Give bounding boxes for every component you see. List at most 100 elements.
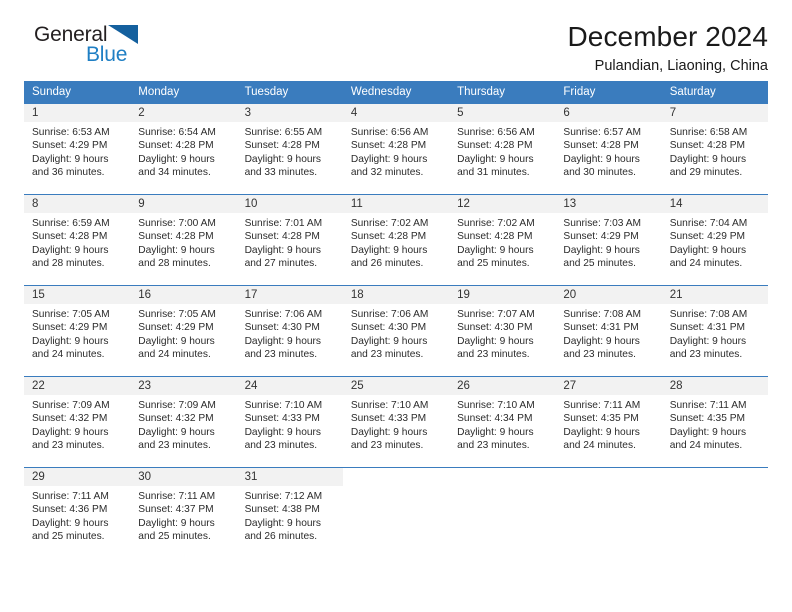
sunset-time: Sunset: 4:29 PM	[138, 322, 214, 334]
calendar-day-cell[interactable]: 30 Sunrise: 7:11 AM Sunset: 4:37 PM Dayligh…	[130, 467, 237, 559]
sunrise-time: Sunrise: 7:11 AM	[138, 491, 216, 502]
sunset-time: Sunset: 4:31 PM	[669, 322, 746, 334]
day-number: 29	[24, 468, 131, 486]
day-details: Sunrise: 6:53 AM Sunset: 4:29 PM Daylight:…	[24, 122, 130, 180]
sunset-time: Sunset: 4:29 PM	[669, 231, 746, 243]
sunset-time: Sunset: 4:28 PM	[457, 140, 533, 152]
sunset-time: Sunset: 4:37 PM	[138, 504, 214, 516]
calendar-day-cell[interactable]: 21 Sunrise: 7:08 AM Sunset: 4:31 PM Dayligh…	[661, 285, 768, 377]
calendar-day-cell[interactable]: 11 Sunrise: 7:02 AM Sunset: 4:28 PM Dayligh…	[342, 194, 450, 286]
sunrise-time: Sunrise: 6:54 AM	[138, 127, 216, 138]
day-details	[555, 486, 661, 490]
daylight-duration-line2: and 23 minutes.	[669, 349, 743, 361]
sunrise-time: Sunrise: 7:08 AM	[669, 309, 748, 320]
day-number	[449, 468, 555, 486]
sunset-time: Sunset: 4:28 PM	[244, 231, 320, 243]
page-header: General Blue December 2024 Pulandian, Li…	[24, 0, 768, 75]
sunrise-time: Sunrise: 7:02 AM	[350, 218, 429, 229]
calendar-day-cell[interactable]: 22 Sunrise: 7:09 AM Sunset: 4:32 PM Dayligh…	[24, 376, 131, 468]
calendar-day-cell[interactable]: 6 Sunrise: 6:57 AM Sunset: 4:28 PM Daylight…	[555, 103, 662, 195]
sunset-time: Sunset: 4:34 PM	[457, 413, 533, 425]
daylight-duration-line1: Daylight: 9 hours	[457, 335, 534, 347]
calendar-day-cell[interactable]: 16 Sunrise: 7:05 AM Sunset: 4:29 PM Dayligh…	[130, 285, 237, 377]
calendar-day-cell[interactable]: 10 Sunrise: 7:01 AM Sunset: 4:28 PM Dayligh…	[236, 194, 343, 286]
daylight-duration-line1: Daylight: 9 hours	[669, 244, 747, 256]
sunset-time: Sunset: 4:38 PM	[244, 504, 320, 516]
calendar-day-cell[interactable]: 20 Sunrise: 7:08 AM Sunset: 4:31 PM Dayligh…	[555, 285, 662, 377]
day-details: Sunrise: 7:11 AM Sunset: 4:37 PM Daylight:…	[130, 486, 236, 544]
calendar-day-cell[interactable]: 13 Sunrise: 7:03 AM Sunset: 4:29 PM Dayligh…	[555, 194, 662, 286]
sunrise-time: Sunrise: 7:11 AM	[563, 400, 641, 411]
day-details: Sunrise: 7:03 AM Sunset: 4:29 PM Daylight:…	[555, 213, 661, 271]
daylight-duration-line2: and 23 minutes.	[563, 349, 636, 361]
day-details: Sunrise: 7:10 AM Sunset: 4:33 PM Daylight:…	[237, 395, 343, 453]
day-number: 15	[24, 286, 131, 304]
calendar-day-cell[interactable]: 18 Sunrise: 7:06 AM Sunset: 4:30 PM Dayligh…	[342, 285, 450, 377]
sunset-time: Sunset: 4:30 PM	[244, 322, 320, 334]
calendar-day-cell[interactable]: 29 Sunrise: 7:11 AM Sunset: 4:36 PM Dayligh…	[24, 467, 131, 559]
sunset-time: Sunset: 4:31 PM	[563, 322, 639, 334]
calendar-day-cell[interactable]: 17 Sunrise: 7:06 AM Sunset: 4:30 PM Dayligh…	[236, 285, 343, 377]
day-details: Sunrise: 6:56 AM Sunset: 4:28 PM Daylight:…	[343, 122, 449, 180]
day-details: Sunrise: 7:06 AM Sunset: 4:30 PM Daylight:…	[343, 304, 449, 362]
daylight-duration-line2: and 28 minutes.	[138, 258, 211, 270]
daylight-duration-line2: and 23 minutes.	[350, 440, 424, 452]
weekday-header-row: Sunday Monday Tuesday Wednesday Thursday…	[24, 81, 768, 104]
sunrise-time: Sunrise: 7:12 AM	[244, 491, 323, 502]
day-number: 11	[342, 195, 450, 213]
calendar-day-cell-empty	[342, 467, 450, 559]
calendar-day-cell-empty	[555, 467, 662, 559]
weekday-header-wednesday: Wednesday	[342, 81, 450, 104]
calendar-day-cell[interactable]: 14 Sunrise: 7:04 AM Sunset: 4:29 PM Dayligh…	[661, 194, 768, 286]
calendar-day-cell[interactable]: 4 Sunrise: 6:56 AM Sunset: 4:28 PM Daylight…	[342, 103, 450, 195]
day-number: 8	[24, 195, 131, 213]
sunrise-time: Sunrise: 7:10 AM	[350, 400, 429, 411]
calendar-day-cell[interactable]: 24 Sunrise: 7:10 AM Sunset: 4:33 PM Dayligh…	[236, 376, 343, 468]
daylight-duration-line1: Daylight: 9 hours	[138, 517, 215, 529]
sunset-time: Sunset: 4:36 PM	[32, 504, 108, 516]
daylight-duration-line2: and 23 minutes.	[457, 440, 530, 452]
daylight-duration-line1: Daylight: 9 hours	[32, 517, 109, 529]
daylight-duration-line1: Daylight: 9 hours	[138, 426, 215, 438]
daylight-duration-line2: and 29 minutes.	[669, 167, 743, 179]
calendar-day-cell-empty	[661, 467, 768, 559]
calendar-day-cell[interactable]: 25 Sunrise: 7:10 AM Sunset: 4:33 PM Dayligh…	[342, 376, 450, 468]
daylight-duration-line1: Daylight: 9 hours	[669, 153, 747, 165]
calendar-day-cell[interactable]: 27 Sunrise: 7:11 AM Sunset: 4:35 PM Dayligh…	[555, 376, 662, 468]
sunset-time: Sunset: 4:28 PM	[350, 231, 427, 243]
calendar-day-cell[interactable]: 26 Sunrise: 7:10 AM Sunset: 4:34 PM Dayligh…	[449, 376, 556, 468]
day-number: 27	[555, 377, 662, 395]
general-blue-logo[interactable]: General Blue	[24, 22, 174, 74]
day-details: Sunrise: 7:06 AM Sunset: 4:30 PM Daylight:…	[237, 304, 343, 362]
daylight-duration-line2: and 23 minutes.	[457, 349, 530, 361]
calendar-day-cell[interactable]: 23 Sunrise: 7:09 AM Sunset: 4:32 PM Dayligh…	[130, 376, 237, 468]
sunset-time: Sunset: 4:29 PM	[32, 140, 108, 152]
day-number: 21	[661, 286, 768, 304]
calendar-day-cell[interactable]: 1 Sunrise: 6:53 AM Sunset: 4:29 PM Daylight…	[24, 103, 131, 195]
calendar-day-cell[interactable]: 2 Sunrise: 6:54 AM Sunset: 4:28 PM Daylight…	[130, 103, 237, 195]
day-number: 13	[555, 195, 662, 213]
calendar-day-cell[interactable]: 28 Sunrise: 7:11 AM Sunset: 4:35 PM Dayligh…	[661, 376, 768, 468]
sunset-time: Sunset: 4:35 PM	[669, 413, 746, 425]
daylight-duration-line1: Daylight: 9 hours	[669, 426, 747, 438]
calendar-day-cell[interactable]: 19 Sunrise: 7:07 AM Sunset: 4:30 PM Dayligh…	[449, 285, 556, 377]
day-number: 28	[661, 377, 768, 395]
sunrise-time: Sunrise: 7:10 AM	[244, 400, 323, 411]
calendar-day-cell[interactable]: 5 Sunrise: 6:56 AM Sunset: 4:28 PM Daylight…	[449, 103, 556, 195]
daylight-duration-line1: Daylight: 9 hours	[457, 244, 534, 256]
daylight-duration-line1: Daylight: 9 hours	[457, 153, 534, 165]
calendar-week-row: 8 Sunrise: 6:59 AM Sunset: 4:28 PM Daylight…	[24, 194, 768, 286]
day-details: Sunrise: 7:09 AM Sunset: 4:32 PM Daylight:…	[24, 395, 130, 453]
calendar-day-cell[interactable]: 31 Sunrise: 7:12 AM Sunset: 4:38 PM Dayligh…	[236, 467, 343, 559]
sunset-time: Sunset: 4:33 PM	[350, 413, 427, 425]
calendar-day-cell[interactable]: 8 Sunrise: 6:59 AM Sunset: 4:28 PM Daylight…	[24, 194, 131, 286]
calendar-day-cell[interactable]: 12 Sunrise: 7:02 AM Sunset: 4:28 PM Dayligh…	[449, 194, 556, 286]
day-number	[662, 468, 768, 486]
sunrise-time: Sunrise: 6:55 AM	[244, 127, 323, 138]
calendar-day-cell[interactable]: 3 Sunrise: 6:55 AM Sunset: 4:28 PM Daylight…	[236, 103, 343, 195]
daylight-duration-line2: and 25 minutes.	[457, 258, 530, 270]
calendar-day-cell[interactable]: 7 Sunrise: 6:58 AM Sunset: 4:28 PM Daylight…	[661, 103, 768, 195]
calendar-day-cell[interactable]: 9 Sunrise: 7:00 AM Sunset: 4:28 PM Daylight…	[130, 194, 237, 286]
day-details: Sunrise: 7:02 AM Sunset: 4:28 PM Daylight:…	[343, 213, 449, 271]
calendar-day-cell[interactable]: 15 Sunrise: 7:05 AM Sunset: 4:29 PM Dayligh…	[24, 285, 131, 377]
